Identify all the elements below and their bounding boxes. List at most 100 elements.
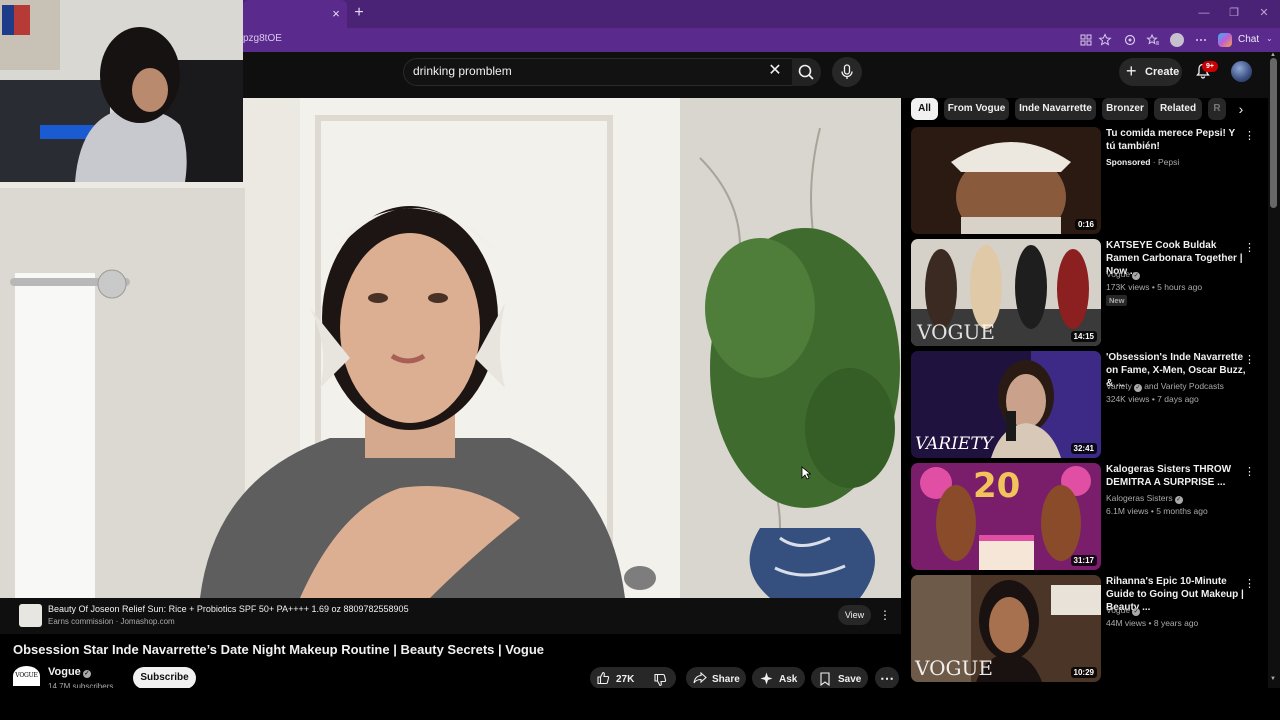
video-thumbnail[interactable]: 0:16 [911,127,1101,234]
search-query[interactable]: drinking promblem [413,64,512,78]
sponsored-label: Sponsored · Pepsi [1106,157,1180,167]
more-options-icon[interactable]: ⋮ [1244,241,1255,255]
microphone-icon [841,64,853,79]
user-avatar[interactable] [1231,61,1252,82]
ad-subtitle: Earns commission · Jomashop.com [48,617,175,626]
recommended-video[interactable]: VOGUE 10:29 Rihanna's Epic 10-Minute Gui… [911,575,1268,683]
sparkle-icon [760,672,773,685]
chip-from-vogue[interactable]: From Vogue [944,98,1009,120]
like-count[interactable]: 27K [616,674,634,685]
url-field[interactable]: pzg8tOE [243,33,282,44]
notification-count-badge: 9+ [1202,61,1218,72]
chip-partial[interactable]: R [1208,98,1226,120]
sponsored-text: Sponsored [1106,157,1151,167]
ad-product-thumbnail[interactable] [19,604,42,627]
svg-text:20: 20 [973,466,1020,506]
search-button[interactable] [792,58,821,86]
thumbs-up-icon[interactable] [596,671,610,685]
new-tab-icon[interactable]: + [351,4,367,22]
recommended-meta: 324K views • 7 days ago [1106,394,1199,404]
app-grid-icon[interactable] [1079,33,1093,47]
verified-icon: ✓ [1132,272,1141,280]
video-title: Obsession Star Inde Navarrette’s Date Ni… [13,642,545,657]
recommended-title[interactable]: Kalogeras Sisters THROW DEMITRA A SURPRI… [1106,463,1246,489]
ad-product-title[interactable]: Beauty Of Joseon Relief Sun: Rice + Prob… [48,604,409,614]
recommended-meta: 6.1M views • 5 months ago [1106,506,1208,516]
favorite-star-icon[interactable] [1098,33,1112,47]
ad-more-icon[interactable]: ⋮ [879,606,891,624]
recommended-video[interactable]: 20 31:17 Kalogeras Sisters THROW DEMITRA… [911,463,1268,571]
channel-text[interactable]: Variety [1106,381,1132,391]
more-options-icon[interactable]: ⋮ [1244,129,1255,143]
more-options-icon[interactable]: ⋮ [1244,465,1255,479]
channel-extra: and Variety Podcasts [1144,381,1224,391]
more-options-icon[interactable]: ⋮ [1244,577,1255,591]
scrollbar-thumb[interactable] [1270,58,1277,208]
verified-icon: ✓ [1133,384,1142,392]
verified-icon: ✓ [1174,496,1183,504]
recommended-channel[interactable]: Vogue ✓ [1106,605,1141,616]
voice-search-button[interactable] [832,57,862,87]
video-duration: 10:29 [1070,667,1097,678]
subscribe-button[interactable]: Subscribe [133,667,196,689]
bookmark-icon [820,672,830,686]
recommended-video[interactable]: VOGUE 14:15 KATSEYE Cook Buldak Ramen Ca… [911,239,1268,347]
video-duration: 31:17 [1070,555,1097,566]
thumbs-down-icon[interactable] [653,673,667,687]
thumbnail-image: VARIETY [911,351,1101,458]
ad-view-button[interactable]: View [838,605,871,625]
recommended-channel[interactable]: Variety ✓ and Variety Podcasts [1106,381,1224,392]
restore-icon[interactable]: ❐ [1227,6,1241,20]
video-thumbnail[interactable]: VOGUE 10:29 [911,575,1101,682]
video-duration: 0:16 [1074,219,1097,230]
recommended-video[interactable]: VARIETY 32:41 'Obsession's Inde Navarret… [911,351,1268,459]
copilot-icon[interactable] [1218,33,1232,47]
more-options-icon[interactable] [1194,33,1208,47]
more-options-icon[interactable]: ⋮ [1244,353,1255,367]
ask-label[interactable]: Ask [779,674,797,685]
recommended-channel[interactable]: Kalogeras Sisters ✓ [1106,493,1183,504]
thumbnail-image: 20 [911,463,1101,570]
video-thumbnail[interactable]: 20 31:17 [911,463,1101,570]
recommended-channel[interactable]: Vogue ✓ [1106,269,1141,280]
close-window-icon[interactable]: ✕ [1257,6,1271,20]
thumbnail-image: VOGUE [911,575,1101,682]
video-thumbnail[interactable]: VOGUE 14:15 [911,239,1101,346]
recommended-video[interactable]: 0:16 Tu comida merece Pepsi! Y tú tambié… [911,127,1268,235]
channel-text[interactable]: Vogue [1106,605,1130,615]
minimize-icon[interactable]: — [1197,6,1211,20]
chip-bronzer[interactable]: Bronzer [1102,98,1148,120]
svg-text:VARIETY: VARIETY [915,434,995,454]
clear-search-icon[interactable]: ✕ [766,62,784,80]
svg-text:VOGUE: VOGUE [914,656,993,680]
channel-text[interactable]: Kalogeras Sisters [1106,493,1173,503]
save-label[interactable]: Save [838,674,861,685]
chat-button[interactable]: Chat [1238,34,1259,45]
channel-name[interactable]: Vogue ✓ [48,666,91,678]
scroll-down-icon[interactable]: ▼ [1270,676,1276,682]
chip-all[interactable]: All [911,98,938,120]
plus-icon: + [1126,61,1137,81]
share-label[interactable]: Share [712,674,740,685]
chip-inde-navarrette[interactable]: Inde Navarrette [1015,98,1096,120]
recommended-meta: 173K views • 5 hours ago [1106,282,1203,292]
chevron-right-icon[interactable]: › [1233,101,1249,117]
scroll-up-icon[interactable]: ▲ [1270,52,1276,58]
favorites-icon[interactable] [1146,33,1160,47]
video-duration: 32:41 [1070,443,1097,454]
create-label: Create [1145,66,1180,78]
recommended-title[interactable]: Tu comida merece Pepsi! Y tú también! [1106,127,1246,153]
verified-icon: ✓ [1132,608,1141,616]
video-thumbnail[interactable]: VARIETY 32:41 [911,351,1101,458]
extension-icon[interactable] [1123,33,1137,47]
chevron-down-icon[interactable]: ⌄ [1266,34,1273,43]
taskbar-area [0,688,1280,720]
chip-related[interactable]: Related [1154,98,1202,120]
more-horizontal-icon[interactable]: ⋯ [880,670,894,687]
channel-text[interactable]: Vogue [1106,269,1130,279]
tab-close-icon[interactable]: × [329,6,343,22]
share-icon [693,672,707,684]
channel-avatar[interactable]: VOGUE [13,666,40,686]
browser-profile-icon[interactable] [1170,33,1184,47]
channel-name-text[interactable]: Vogue [48,666,81,678]
